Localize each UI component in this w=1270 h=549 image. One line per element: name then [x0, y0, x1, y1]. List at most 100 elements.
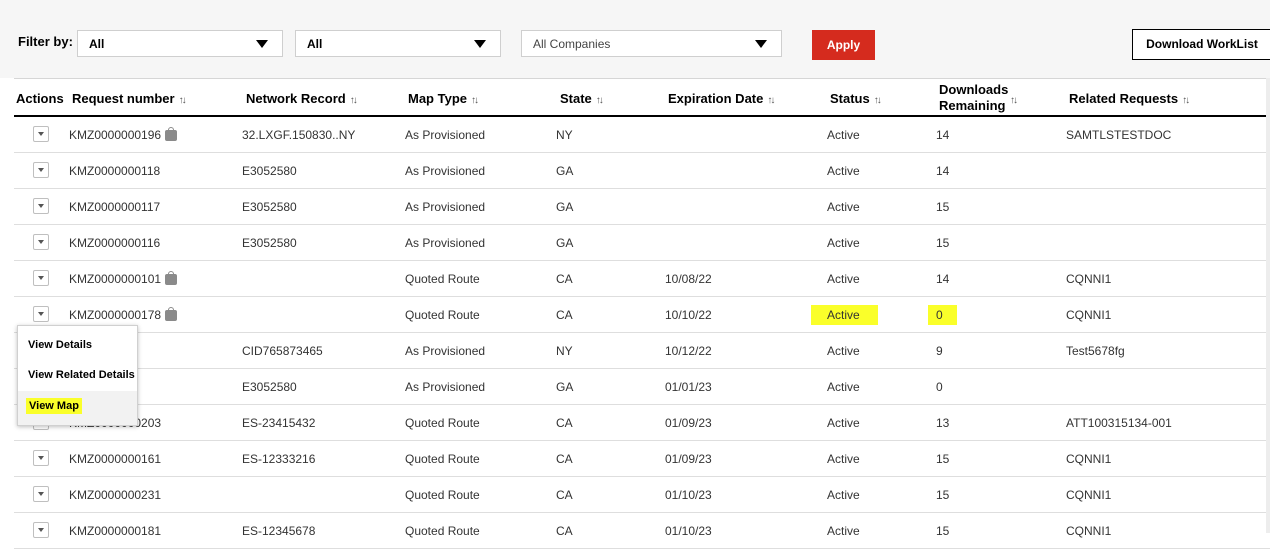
- sort-icon[interactable]: ↑↓: [1010, 91, 1018, 106]
- cell-dl: 0: [936, 380, 943, 394]
- sort-icon[interactable]: ↑↓: [1182, 95, 1190, 106]
- table-row: KMZ0000000117 E3052580 As Provisioned GA Act…: [14, 189, 1270, 225]
- cell-related: CQNNI1: [1066, 272, 1112, 286]
- cell-state: GA: [556, 236, 574, 250]
- col-request-number[interactable]: Request number ↑↓: [72, 91, 187, 106]
- cell-exp: 10/12/22: [665, 344, 712, 358]
- cell-exp: 01/10/23: [665, 488, 712, 502]
- sort-icon[interactable]: ↑↓: [179, 95, 187, 106]
- row-actions-dropdown[interactable]: [33, 270, 49, 286]
- col-status[interactable]: Status ↑↓: [830, 91, 882, 106]
- cell-map: As Provisioned: [405, 164, 486, 178]
- cell-status: Active: [811, 305, 878, 325]
- menu-view-details[interactable]: View Details: [28, 339, 92, 351]
- cell-request[interactable]: KMZ0000000178: [69, 307, 178, 322]
- cell-exp: 01/01/23: [665, 380, 712, 394]
- sort-icon[interactable]: ↑↓: [350, 95, 358, 106]
- table-row: 00120CID765873465As ProvisionedNY10/12/2…: [14, 333, 1270, 369]
- cell-dl: 15: [936, 488, 950, 502]
- lock-icon: [165, 307, 178, 321]
- company-select-value: All Companies: [533, 37, 611, 51]
- cell-map: As Provisioned: [405, 128, 486, 142]
- cell-state: NY: [556, 344, 573, 358]
- table-row: KMZ0000000181 ES-12345678 Quoted Route CA 01…: [14, 513, 1270, 549]
- cell-related: CQNNI1: [1066, 308, 1112, 322]
- row-actions-dropdown[interactable]: [33, 450, 49, 466]
- cell-request[interactable]: KMZ0000000116: [69, 236, 160, 250]
- cell-request[interactable]: KMZ0000000118: [69, 164, 160, 178]
- cell-request[interactable]: KMZ0000000101: [69, 271, 178, 286]
- menu-view-related-details[interactable]: View Related Details: [28, 369, 135, 381]
- cell-related: CQNNI1: [1066, 488, 1112, 502]
- cell-state: CA: [556, 452, 573, 466]
- row-actions-dropdown[interactable]: [33, 198, 49, 214]
- filter-select-2-value: All: [307, 37, 323, 51]
- table-row: KMZ0000000161 ES-12333216 Quoted Route CA 01…: [14, 441, 1270, 477]
- sort-icon[interactable]: ↑↓: [471, 95, 479, 106]
- row-actions-dropdown[interactable]: [33, 522, 49, 538]
- chevron-down-icon: [755, 40, 767, 48]
- cell-state: CA: [556, 308, 573, 322]
- apply-button[interactable]: Apply: [812, 30, 875, 60]
- cell-map: Quoted Route: [405, 308, 480, 322]
- cell-state: GA: [556, 380, 574, 394]
- filter-select-2[interactable]: All: [295, 30, 501, 57]
- cell-request[interactable]: KMZ0000000181: [69, 524, 161, 538]
- sort-icon[interactable]: ↑↓: [767, 95, 775, 106]
- scrollbar[interactable]: [1266, 78, 1270, 533]
- cell-request[interactable]: KMZ0000000231: [69, 488, 161, 502]
- row-actions-dropdown[interactable]: [33, 162, 49, 178]
- cell-map: As Provisioned: [405, 344, 486, 358]
- cell-map: Quoted Route: [405, 452, 480, 466]
- cell-status: Active: [827, 128, 860, 142]
- cell-exp: 01/09/23: [665, 416, 712, 430]
- menu-view-map[interactable]: View Map: [26, 398, 82, 414]
- col-related-requests[interactable]: Related Requests ↑↓: [1069, 91, 1190, 106]
- col-network-record[interactable]: Network Record ↑↓: [246, 91, 358, 106]
- cell-network: E3052580: [242, 380, 297, 394]
- cell-network: E3052580: [242, 236, 297, 250]
- cell-map: As Provisioned: [405, 380, 486, 394]
- company-select[interactable]: All Companies: [521, 30, 782, 57]
- cell-state: NY: [556, 128, 573, 142]
- cell-status: Active: [827, 452, 860, 466]
- table-row: KMZ0000000231 Quoted Route CA 01/10/23 Activ…: [14, 477, 1270, 513]
- cell-dl: 14: [936, 164, 950, 178]
- col-downloads-remaining[interactable]: Downloads Remaining: [939, 82, 1009, 114]
- cell-state: CA: [556, 488, 573, 502]
- col-map-type[interactable]: Map Type ↑↓: [408, 91, 479, 106]
- cell-status: Active: [827, 164, 860, 178]
- cell-status: Active: [827, 524, 860, 538]
- row-actions-dropdown[interactable]: [33, 306, 49, 322]
- cell-network: ES-23415432: [242, 416, 316, 430]
- cell-network: 32.LXGF.150830..NY: [242, 128, 356, 142]
- col-state[interactable]: State ↑↓: [560, 91, 604, 106]
- cell-request[interactable]: KMZ0000000196: [69, 127, 178, 142]
- cell-dl: 15: [936, 236, 950, 250]
- sort-icon[interactable]: ↑↓: [596, 95, 604, 106]
- cell-related: Test5678fg: [1066, 344, 1125, 358]
- col-actions: Actions: [16, 91, 64, 106]
- cell-state: GA: [556, 200, 574, 214]
- row-actions-dropdown[interactable]: [33, 486, 49, 502]
- filter-select-1[interactable]: All: [77, 30, 283, 57]
- cell-related: CQNNI1: [1066, 524, 1112, 538]
- cell-map: Quoted Route: [405, 416, 480, 430]
- table-row: KMZ0000000116 E3052580 As Provisioned GA Act…: [14, 225, 1270, 261]
- chevron-down-icon: [474, 40, 486, 48]
- cell-dl: 9: [936, 344, 943, 358]
- chevron-down-icon: [256, 40, 268, 48]
- filter-label: Filter by:: [18, 34, 73, 49]
- cell-dl: 14: [936, 272, 950, 286]
- download-worklist-button[interactable]: Download WorkList: [1132, 29, 1270, 60]
- cell-dl: 13: [936, 416, 950, 430]
- cell-request[interactable]: KMZ0000000161: [69, 452, 161, 466]
- sort-icon[interactable]: ↑↓: [874, 95, 882, 106]
- row-actions-dropdown[interactable]: [33, 234, 49, 250]
- col-expiration-date[interactable]: Expiration Date ↑↓: [668, 91, 775, 106]
- cell-request[interactable]: KMZ0000000117: [69, 200, 160, 214]
- cell-dl: 15: [936, 200, 950, 214]
- filter-select-1-value: All: [89, 37, 105, 51]
- row-actions-dropdown[interactable]: [33, 126, 49, 142]
- cell-status: Active: [827, 344, 860, 358]
